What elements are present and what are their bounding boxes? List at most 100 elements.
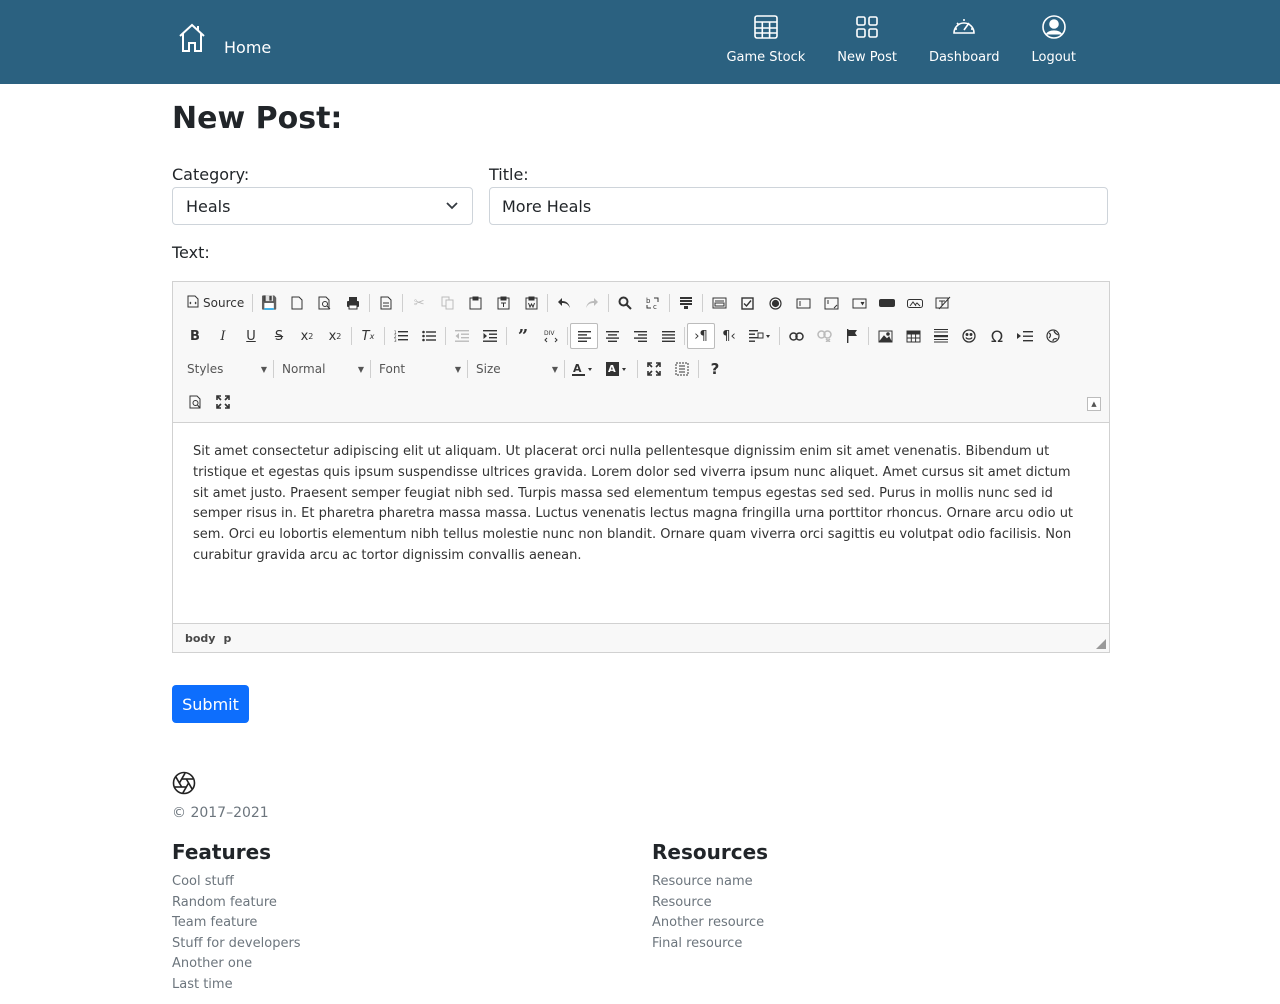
footer-link[interactable]: Team feature (172, 913, 301, 934)
align-right-icon[interactable] (626, 323, 654, 349)
form-icon[interactable] (705, 290, 733, 316)
nav-item-game-stock[interactable]: Game Stock (710, 14, 821, 65)
editor-content-area[interactable]: Sit amet consectetur adipiscing elit ut … (173, 423, 1109, 623)
undo-icon[interactable] (550, 290, 578, 316)
superscript-icon[interactable]: x2 (321, 323, 349, 349)
link-icon[interactable] (782, 323, 810, 349)
select-all-icon[interactable] (672, 290, 700, 316)
background-color-icon[interactable]: A (601, 356, 635, 382)
help-icon[interactable]: ? (701, 356, 729, 382)
footer-link[interactable]: Another resource (652, 913, 768, 934)
maximize-icon[interactable] (209, 389, 237, 415)
paste-text-icon[interactable] (489, 290, 517, 316)
toolbar-separator (273, 360, 274, 378)
textarea-icon[interactable] (817, 290, 845, 316)
combo-arrow-icon: ▼ (357, 364, 364, 374)
image-button-icon[interactable] (901, 290, 929, 316)
paste-from-word-icon[interactable] (517, 290, 545, 316)
table-insert-icon[interactable] (899, 323, 927, 349)
create-div-icon[interactable]: DIV (537, 323, 565, 349)
preview-icon[interactable] (181, 389, 209, 415)
text-field-icon[interactable] (789, 290, 817, 316)
show-blocks-icon[interactable] (668, 356, 696, 382)
button-field-icon[interactable] (873, 290, 901, 316)
replace-icon[interactable]: bc (639, 290, 667, 316)
submit-button[interactable]: Submit (172, 685, 249, 723)
save-icon[interactable]: 💾 (255, 290, 283, 316)
italic-icon[interactable]: I (209, 323, 237, 349)
path-item-body[interactable]: body (185, 632, 215, 645)
print-icon[interactable] (339, 290, 367, 316)
nav-item-logout[interactable]: Logout (1015, 14, 1092, 65)
unlink-icon[interactable] (810, 323, 838, 349)
hidden-field-icon[interactable] (929, 290, 957, 316)
footer-link[interactable]: Final resource (652, 934, 768, 955)
cut-icon[interactable]: ✂ (405, 290, 433, 316)
resources-heading: Resources (652, 840, 769, 864)
title-input[interactable] (489, 187, 1108, 225)
indent-icon[interactable] (476, 323, 504, 349)
redo-icon[interactable] (578, 290, 606, 316)
font-combo[interactable]: Font ▼ (373, 358, 465, 380)
align-center-icon[interactable] (598, 323, 626, 349)
footer-link[interactable]: Last time (172, 975, 301, 996)
footer-link[interactable]: Resource name (652, 872, 768, 893)
align-left-icon[interactable] (570, 323, 598, 349)
page-break-icon[interactable] (1011, 323, 1039, 349)
underline-icon[interactable]: U (237, 323, 265, 349)
category-label: Category: (172, 165, 250, 184)
footer-link[interactable]: Cool stuff (172, 872, 301, 893)
source-button[interactable]: Source (181, 290, 250, 316)
nav-item-new-post[interactable]: New Post (821, 14, 913, 65)
styles-combo[interactable]: Styles ▼ (181, 358, 271, 380)
copy-icon[interactable] (433, 290, 461, 316)
subscript-icon[interactable]: x2 (293, 323, 321, 349)
outdent-icon[interactable] (448, 323, 476, 349)
horizontal-rule-icon[interactable] (927, 323, 955, 349)
toolbar-separator (547, 294, 549, 312)
remove-format-icon[interactable]: Tx (354, 323, 382, 349)
ltr-icon[interactable]: ›¶ (687, 323, 715, 349)
toolbar-separator (506, 327, 507, 345)
maximize-icon[interactable] (640, 356, 668, 382)
paste-icon[interactable] (461, 290, 489, 316)
special-char-icon[interactable]: Ω (983, 323, 1011, 349)
size-combo[interactable]: Size ▼ (470, 358, 562, 380)
features-heading: Features (172, 840, 272, 864)
blockquote-icon[interactable]: ” (509, 323, 537, 349)
category-selected-value: Heals (186, 196, 231, 216)
rtl-icon[interactable]: ¶‹ (715, 323, 743, 349)
format-combo[interactable]: Normal ▼ (276, 358, 368, 380)
smiley-icon[interactable] (955, 323, 983, 349)
footer-link[interactable]: Resource (652, 893, 768, 914)
bold-icon[interactable]: B (181, 323, 209, 349)
toolbar-separator (252, 294, 254, 312)
select-field-icon[interactable] (845, 290, 873, 316)
anchor-flag-icon[interactable] (838, 323, 866, 349)
footer-link[interactable]: Stuff for developers (172, 934, 301, 955)
resize-handle-icon[interactable] (1096, 639, 1106, 649)
iframe-globe-icon[interactable] (1039, 323, 1067, 349)
collapse-toolbar-button[interactable]: ▲ (1087, 397, 1101, 411)
footer-link[interactable]: Random feature (172, 893, 301, 914)
radio-icon[interactable] (761, 290, 789, 316)
preview-icon[interactable] (311, 290, 339, 316)
footer-link[interactable]: Another one (172, 954, 301, 975)
numbered-list-icon[interactable]: 123 (387, 323, 415, 349)
nav-home-link[interactable]: Home (177, 22, 271, 58)
checkbox-icon[interactable] (733, 290, 761, 316)
justify-icon[interactable] (654, 323, 682, 349)
new-page-icon[interactable] (283, 290, 311, 316)
path-item-p[interactable]: p (223, 632, 231, 645)
nav-item-dashboard[interactable]: Dashboard (913, 14, 1016, 65)
editor-element-path: body p (173, 623, 1109, 652)
bulleted-list-icon[interactable] (415, 323, 443, 349)
find-icon[interactable] (611, 290, 639, 316)
image-icon[interactable] (871, 323, 899, 349)
language-dropdown-icon[interactable] (743, 323, 777, 349)
toolbar-separator (467, 360, 468, 378)
templates-icon[interactable] (372, 290, 400, 316)
strikethrough-icon[interactable]: S (265, 323, 293, 349)
category-select[interactable]: Heals (172, 187, 473, 225)
text-color-icon[interactable]: A (567, 356, 601, 382)
